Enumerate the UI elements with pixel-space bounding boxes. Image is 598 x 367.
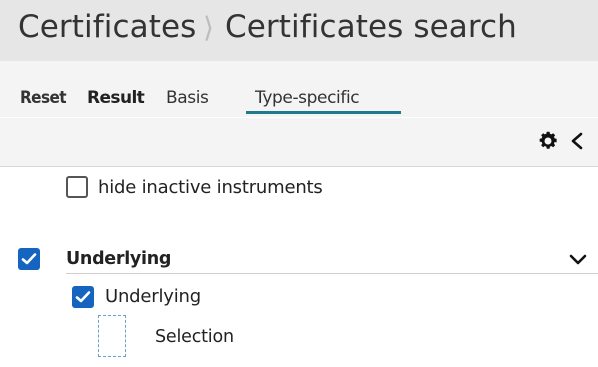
breadcrumb-certificates-search: Certificates search [225,9,517,45]
breadcrumb-separator: ⟩ [203,11,214,44]
tab-result[interactable]: Result [87,87,145,109]
tab-bar: Reset Result Basis Type-specific [0,61,598,117]
active-tab-indicator [246,111,401,114]
checkmark-icon [21,253,37,265]
underlying-group-checkbox[interactable] [18,248,40,270]
breadcrumb-certificates[interactable]: Certificates [18,5,196,49]
selection-dropzone[interactable] [98,315,126,357]
selection-label[interactable]: Selection [155,325,234,349]
chevron-left-icon[interactable] [568,131,586,151]
hide-inactive-checkbox[interactable] [66,176,88,198]
page-header: Certificates ⟩ Certificates search [0,0,598,61]
group-divider [66,273,598,274]
toolbar [0,117,598,167]
gear-icon[interactable] [537,130,559,152]
underlying-label: Underlying [105,286,201,307]
tab-reset[interactable]: Reset [20,87,67,109]
underlying-group-title[interactable]: Underlying [66,247,171,271]
checkmark-icon [75,291,91,303]
underlying-checkbox[interactable] [72,286,94,308]
tab-basis[interactable]: Basis [166,87,209,109]
hide-inactive-label: hide inactive instruments [98,177,323,198]
chevron-down-icon[interactable] [568,252,588,268]
tab-type-specific[interactable]: Type-specific [255,87,360,109]
